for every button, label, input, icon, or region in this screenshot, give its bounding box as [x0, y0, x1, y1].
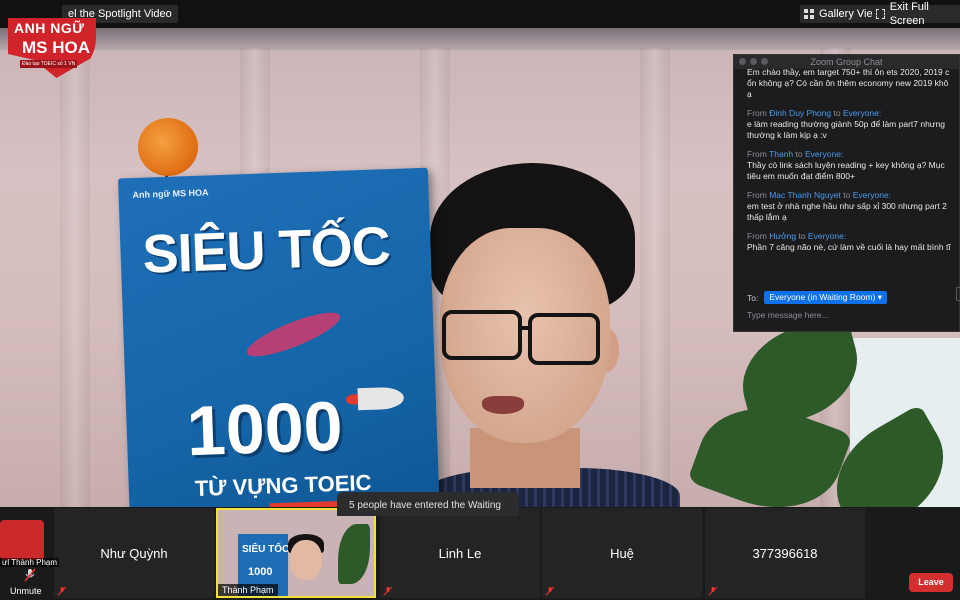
participant-tile[interactable]: 377396618 [705, 508, 865, 598]
mic-muted-icon [545, 586, 555, 596]
book-cover: Anh ngữ MS HOA SIÊU TỐC 1000 TỪ VỰNG TOE… [117, 167, 441, 508]
sender-name: Hưởng [769, 231, 797, 241]
top-toolbar: el the Spotlight Video Gallery View Exit… [0, 0, 960, 28]
exit-full-screen-label: Exit Full Screen [889, 1, 929, 27]
logo-line2: MS HOA [22, 38, 90, 57]
message-text: thường k làm kịp ạ :v [747, 130, 827, 140]
to-word: to [843, 190, 851, 200]
mini-speaker-face [290, 540, 322, 580]
sender-name: Mac Thanh Nguyet [769, 190, 841, 200]
logo-line1: ANH NGỮ [14, 20, 85, 36]
recipient-name: Everyone: [807, 231, 847, 241]
message-text: Thầy có link sách luyện reading + key kh… [747, 160, 945, 170]
message-text: tiêu em muốn đạt điểm 800+ [747, 171, 855, 181]
exit-fullscreen-icon [876, 9, 885, 19]
from-label: From [747, 108, 767, 118]
curtain-fold [60, 48, 90, 508]
chat-message: From Thanh to Everyone: Thầy có link sác… [747, 148, 960, 182]
sender-name: Thanh [769, 149, 794, 159]
from-label: From [747, 149, 767, 159]
participant-name: 377396618 [752, 546, 818, 561]
rocket-illustration [357, 386, 405, 411]
recipient-name: Everyone: [852, 190, 892, 200]
glasses-right-lens [528, 313, 600, 365]
mini-plant [338, 524, 370, 584]
chat-message: From Hưởng to Everyone: Phần 7 căng não … [747, 230, 960, 253]
book-illustration [242, 304, 345, 365]
waiting-room-toast[interactable]: 5 people have entered the Waiting [337, 492, 519, 516]
to-word: to [795, 149, 803, 159]
close-window-dot[interactable] [739, 58, 746, 65]
mic-muted-icon [57, 586, 67, 596]
book-brand: Anh ngữ MS HOA [132, 187, 209, 201]
from-label: From [747, 231, 767, 241]
participant-name: Thành Phạm [218, 584, 278, 596]
mic-muted-icon [708, 586, 718, 596]
chat-messages[interactable]: Em chào thầy, em target 750+ thì ôn ets … [747, 67, 960, 287]
participant-tile[interactable]: Linh Le [380, 508, 540, 598]
speaker-mouth [482, 396, 524, 414]
chat-message: From Đinh Duy Phong to Everyone: e làm r… [747, 107, 960, 141]
participant-tile-active[interactable]: SIÊU TỐC 1000 Thành Phạm [216, 508, 376, 598]
window-controls [739, 58, 768, 65]
participant-tile[interactable]: Như Quỳnh [54, 508, 214, 598]
minimize-window-dot[interactable] [750, 58, 757, 65]
participant-tile[interactable]: Huệ [542, 508, 702, 598]
message-text: Phần 7 căng não nè, cứ làm về cuối là ha… [747, 242, 951, 252]
book-title: SIÊU TỐC [141, 216, 391, 285]
chat-message: From Mac Thanh Nguyet to Everyone: em te… [747, 189, 960, 223]
unmute-label: Unmute [10, 586, 42, 596]
zoom-window-dot[interactable] [761, 58, 768, 65]
logo-tagline: Đào tạo TOEIC số 1 VN [20, 60, 78, 68]
recipient-dropdown-label: Everyone (in Waiting Room) [769, 292, 876, 302]
curtain-fold [640, 48, 670, 508]
chat-message-input[interactable]: Type message here... [747, 310, 829, 320]
leave-button[interactable]: Leave [909, 573, 953, 592]
exit-full-screen-button[interactable]: Exit Full Screen [872, 1, 960, 27]
message-text: Em chào thầy, em target 750+ thì ôn ets … [747, 67, 950, 77]
chat-message: Em chào thầy, em target 750+ thì ôn ets … [747, 67, 960, 100]
to-label: To: [747, 292, 759, 303]
message-text: em test ở nhà nghe hầu như sấp xỉ 300 nh… [747, 201, 947, 211]
message-text: e làm reading thường giành 50p để làm pa… [747, 119, 945, 129]
recipient-row: To: Everyone (in Waiting Room) ▾ [747, 291, 887, 304]
mic-muted-icon [383, 586, 393, 596]
previous-tile-video [0, 520, 44, 560]
mic-muted-icon [24, 568, 36, 582]
message-header: From Thanh to Everyone: [747, 148, 960, 160]
brand-logo: ANH NGỮ MS HOA Đào tạo TOEIC số 1 VN [0, 0, 96, 96]
from-label: From [747, 190, 767, 200]
sender-name: Đinh Duy Phong [769, 108, 832, 118]
message-text: ạ [747, 89, 752, 99]
chat-window-title: Zoom Group Chat [810, 57, 883, 67]
glasses-bridge [520, 326, 532, 330]
to-word: to [798, 231, 806, 241]
mini-book-number: 1000 [248, 566, 273, 578]
orange-flower [138, 118, 198, 176]
group-chat-panel: Zoom Group Chat Em chào thầy, em target … [733, 54, 960, 332]
recipient-dropdown[interactable]: Everyone (in Waiting Room) ▾ [764, 291, 887, 304]
unmute-button[interactable]: Unmute [10, 566, 50, 600]
curtain-rod [0, 28, 960, 50]
grid-icon [804, 9, 814, 19]
participant-name: Như Quỳnh [100, 546, 168, 561]
zoom-meeting-window: Anh ngữ MS HOA SIÊU TỐC 1000 TỪ VỰNG TOE… [0, 0, 960, 600]
to-word: to [833, 108, 841, 118]
file-button[interactable] [956, 287, 960, 301]
message-text: thấp lắm ạ [747, 212, 787, 222]
recipient-name: Everyone: [842, 108, 882, 118]
recipient-name: Everyone: [805, 149, 844, 159]
glasses-left-lens [442, 310, 522, 360]
message-header: From Hưởng to Everyone: [747, 230, 960, 242]
message-text: ổn không ạ? Có cần ôn thêm economy new 2… [747, 78, 949, 88]
book-number: 1000 [185, 386, 344, 471]
message-header: From Đinh Duy Phong to Everyone: [747, 107, 960, 119]
mini-book-title: SIÊU TỐC [242, 544, 290, 555]
participant-name: Huệ [610, 546, 634, 561]
message-header: From Mac Thanh Nguyet to Everyone: [747, 189, 960, 201]
participant-name: Linh Le [438, 546, 482, 561]
